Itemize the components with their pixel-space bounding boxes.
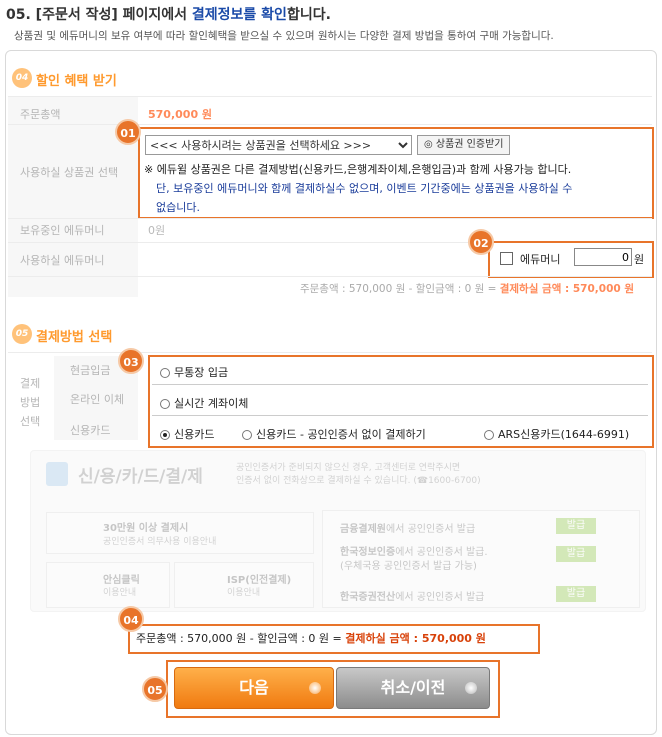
next-button[interactable]: 다음 [174,667,334,709]
discount-section-title: 할인 혜택 받기 [36,74,117,89]
option-ars-card[interactable]: ARS신용카드(1644-6991) [484,426,629,442]
option-card[interactable]: 신용카드 [160,426,214,442]
card-banner-desc: 공인인증서가 준비되지 않으신 경우, 고객센터로 연락주시면 인증서 없이 전… [236,463,481,486]
coupon-label: 사용하실 상품권 선택 [20,166,119,179]
use-money-label: 사용하실 에듀머니 [20,254,105,267]
badge-01: 01 [115,119,141,145]
payment-section-title: 결제방법 선택 [36,330,113,345]
divider [152,415,648,416]
page-subtitle: 상품권 및 에듀머니의 보유 여부에 따라 할인혜택을 받으실 수 있으며 원하… [14,30,554,42]
divider [8,218,652,219]
radio-icon [242,430,252,440]
divider [8,124,652,125]
notice-line-2: 단, 보유중인 에듀머니와 함께 결제하실수 없으며, 이벤트 기간중에는 상품… [156,182,573,195]
coupon-notice: ※ 에듀윌 상품권은 다른 결제방법(신용카드,은행계좌이체,은행입금)과 함께… [144,160,650,217]
badge-03: 03 [118,348,144,374]
badge-02: 02 [468,229,494,255]
radio-icon [484,430,494,440]
order-total-value: 570,000 원 [148,108,213,121]
button-dot-icon [465,682,477,694]
divider [8,352,652,353]
divider [8,276,652,277]
button-dot-icon [309,682,321,694]
card-banner-title: 신/용/카/드/결/제 [78,467,203,487]
payment-method-side-label: 결제 방법 선택 [20,377,41,428]
radio-selected-icon [160,430,170,440]
edu-money-input[interactable] [574,248,632,266]
page-title: 05. [주문서 작성] 페이지에서 결제정보를 확인합니다. [6,7,331,23]
option-transfer[interactable]: 실시간 계좌이체 [160,395,248,411]
issue-button-2[interactable]: 발급 [556,546,596,562]
notice-line-1: ※ 에듀윌 상품권은 다른 결제방법(신용카드,은행계좌이체,은행입금)과 함께… [144,163,572,176]
cert-row-1: 금융결제원에서 공인인증서 발급 [340,524,476,535]
payment-summary: 주문총액 : 570,000 원 - 할인금액 : 0 원 = 결제하실 금액 … [136,632,486,645]
method-label-cash: 현금입금 [70,364,111,377]
edu-money-unit: 원 [634,253,645,266]
info-box-300k[interactable]: 30만원 이상 결제시 공인인증서 의무사용 이용안내 [46,512,314,554]
issue-button-3[interactable]: 발급 [556,586,596,602]
radio-icon [160,368,170,378]
order-total-label: 주문총액 [20,108,61,121]
coupon-verify-button[interactable]: ◎ 상품권 인증받기 [417,135,511,155]
edu-money-checkbox-label: 에듀머니 [520,253,561,266]
divider [152,384,648,385]
option-card-no-cert[interactable]: 신용카드 - 공인인증서 없이 결제하기 [242,426,426,442]
cancel-button[interactable]: 취소/이전 [336,667,490,709]
edu-money-checkbox[interactable] [500,252,513,265]
issue-button-1[interactable]: 발급 [556,518,596,534]
method-label-card: 신용카드 [70,424,111,437]
notice-line-3: 없습니다. [156,201,200,214]
badge-04: 04 [118,606,144,632]
payment-section-icon: 05 [12,324,32,344]
owned-money-label: 보유중인 에듀머니 [20,224,105,237]
radio-icon [160,399,170,409]
info-box-isp[interactable]: ISP(인전결제) 이용안내 [174,562,314,608]
discount-section-icon: 04 [12,68,32,88]
owned-money-value: 0원 [148,224,166,237]
cert-row-3: 한국증권전산에서 공인인증서 발급 [340,592,485,603]
cert-row-2: 한국정보인증에서 공인인증서 발급. (우체국용 공인인증서 발급 가능) [340,547,488,572]
card-icon [46,462,68,486]
coupon-select[interactable]: <<< 사용하시려는 상품권을 선택하세요 >>> [145,135,412,155]
discount-summary: 주문총액 : 570,000 원 - 할인금액 : 0 원 = 결제하실 금액 … [299,283,634,295]
option-deposit[interactable]: 무통장 입금 [160,364,228,380]
method-label-transfer: 온라인 이체 [70,393,125,406]
info-box-safeclick[interactable]: 안심클릭 이용안내 [46,562,170,608]
badge-05: 05 [142,676,168,702]
